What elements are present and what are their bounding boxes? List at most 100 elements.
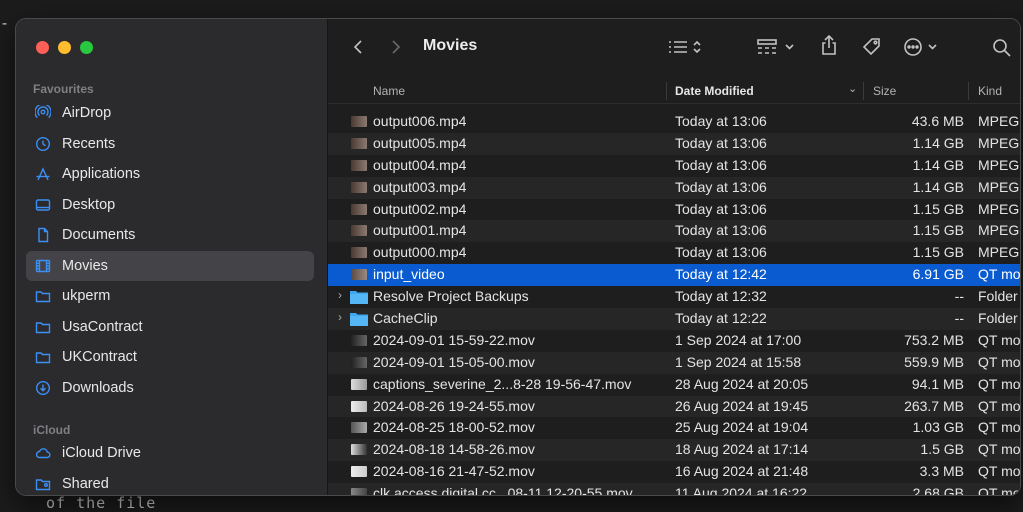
file-row[interactable]: output003.mp4 Today at 13:06 1.14 GB MPE… bbox=[328, 176, 1020, 199]
file-row[interactable]: output005.mp4 Today at 13:06 1.14 GB MPE… bbox=[328, 132, 1020, 155]
file-name: output000.mp4 bbox=[373, 244, 467, 261]
file-name: 2024-08-25 18-00-52.mov bbox=[373, 419, 535, 436]
file-date: 18 Aug 2024 at 17:14 bbox=[675, 441, 809, 458]
sidebar-item-label: AirDrop bbox=[62, 105, 112, 121]
disclosure-chevron-icon[interactable]: › bbox=[338, 310, 342, 324]
file-name: output001.mp4 bbox=[373, 222, 467, 239]
file-kind: QT mo bbox=[978, 441, 1020, 458]
file-date: 26 Aug 2024 at 19:45 bbox=[675, 397, 809, 414]
sidebar-item-desktop[interactable]: Desktop bbox=[26, 190, 314, 220]
file-name: output005.mp4 bbox=[373, 134, 467, 151]
file-row[interactable]: clk access digital cc...08-11 12-20-55.m… bbox=[328, 483, 1020, 496]
sidebar-item-ukcontract[interactable]: UKContract bbox=[26, 342, 314, 372]
column-divider[interactable] bbox=[666, 82, 667, 100]
file-kind: QT mo bbox=[978, 375, 1020, 392]
sidebar-item-shared[interactable]: Shared bbox=[26, 469, 314, 495]
file-row-selected[interactable]: input_video Today at 12:42 6.91 GB QT mo bbox=[328, 264, 1020, 287]
file-kind: QT mo bbox=[978, 331, 1020, 348]
column-size[interactable]: Size bbox=[873, 84, 896, 98]
sidebar-item-recents[interactable]: Recents bbox=[26, 129, 314, 159]
group-button[interactable] bbox=[756, 37, 800, 57]
file-kind: QT mo bbox=[978, 485, 1020, 496]
sidebar-item-label: Shared bbox=[62, 476, 109, 492]
file-kind: QT mo bbox=[978, 419, 1020, 436]
file-size: 1.15 GB bbox=[912, 200, 964, 217]
folder-row[interactable]: › Resolve Project Backups Today at 12:32… bbox=[328, 286, 1020, 308]
file-name: captions_severine_2...8-28 19-56-47.mov bbox=[373, 375, 632, 392]
back-button[interactable] bbox=[348, 37, 368, 57]
sidebar-item-icloud-drive[interactable]: iCloud Drive bbox=[26, 438, 314, 468]
file-date: Today at 13:06 bbox=[675, 244, 767, 261]
file-size: -- bbox=[954, 288, 964, 305]
file-kind: MPEG bbox=[978, 113, 1020, 129]
tags-button[interactable] bbox=[860, 36, 884, 58]
file-date: Today at 13:06 bbox=[675, 113, 767, 129]
video-thumbnail-icon bbox=[351, 378, 367, 390]
video-thumbnail-icon bbox=[351, 247, 367, 259]
sidebar-item-usacontract[interactable]: UsaContract bbox=[26, 312, 314, 342]
sort-chevron-icon: ⌄ bbox=[848, 83, 858, 95]
file-row[interactable]: 2024-08-16 21-47-52.mov 16 Aug 2024 at 2… bbox=[328, 461, 1020, 483]
view-options-button[interactable] bbox=[666, 37, 708, 57]
sidebar-section-favourites: Favourites bbox=[33, 82, 94, 96]
file-row[interactable]: 2024-09-01 15-59-22.mov 1 Sep 2024 at 17… bbox=[328, 330, 1020, 352]
file-name: clk access digital cc...08-11 12-20-55.m… bbox=[373, 485, 633, 496]
folder-row[interactable]: › CacheClip Today at 12:22 -- Folder bbox=[328, 308, 1020, 330]
file-size: 43.6 MB bbox=[911, 113, 964, 129]
column-date-modified[interactable]: Date Modified bbox=[675, 84, 754, 98]
file-name: 2024-09-01 15-05-00.mov bbox=[373, 353, 535, 370]
more-actions-button[interactable] bbox=[902, 36, 946, 58]
file-browser: Movies Name Date Modified ⌄ Size Kind ou… bbox=[328, 19, 1020, 495]
file-size: 1.15 GB bbox=[912, 244, 964, 261]
file-row[interactable]: output001.mp4 Today at 13:06 1.15 GB MPE… bbox=[328, 220, 1020, 243]
sidebar-item-applications[interactable]: Applications bbox=[26, 159, 314, 189]
sidebar-item-airdrop[interactable]: AirDrop bbox=[26, 98, 314, 128]
sidebar-item-label: Movies bbox=[62, 258, 108, 274]
column-divider[interactable] bbox=[863, 82, 864, 100]
column-kind[interactable]: Kind bbox=[978, 84, 1002, 98]
file-size: 1.14 GB bbox=[912, 134, 964, 151]
sidebar-item-downloads[interactable]: Downloads bbox=[26, 373, 314, 403]
sidebar-item-label: iCloud Drive bbox=[62, 445, 141, 461]
minimize-button[interactable] bbox=[58, 41, 71, 54]
file-name: input_video bbox=[373, 266, 445, 283]
column-divider[interactable] bbox=[968, 82, 969, 100]
disclosure-chevron-icon[interactable]: › bbox=[338, 288, 342, 302]
file-kind: QT mo bbox=[978, 266, 1020, 283]
file-row[interactable]: captions_severine_2...8-28 19-56-47.mov … bbox=[328, 374, 1020, 396]
sidebar-item-documents[interactable]: Documents bbox=[26, 220, 314, 250]
file-row[interactable]: output000.mp4 Today at 13:06 1.15 GB MPE… bbox=[328, 242, 1020, 264]
close-button[interactable] bbox=[36, 41, 49, 54]
cloud-icon bbox=[30, 445, 56, 461]
video-thumbnail-icon bbox=[351, 116, 367, 127]
sidebar-item-ukperm[interactable]: ukperm bbox=[26, 281, 314, 311]
column-header: Name Date Modified ⌄ Size Kind bbox=[328, 79, 1020, 104]
file-row[interactable]: 2024-08-18 14-58-26.mov 18 Aug 2024 at 1… bbox=[328, 439, 1020, 462]
file-row[interactable]: output006.mp4 Today at 13:06 43.6 MB MPE… bbox=[328, 111, 1020, 133]
file-row[interactable]: 2024-08-26 19-24-55.mov 26 Aug 2024 at 1… bbox=[328, 395, 1020, 418]
file-name: 2024-08-18 14-58-26.mov bbox=[373, 441, 535, 458]
share-button[interactable] bbox=[818, 33, 840, 57]
zoom-button[interactable] bbox=[80, 41, 93, 54]
video-thumbnail-icon bbox=[351, 334, 367, 346]
tag-icon bbox=[862, 38, 880, 56]
file-row[interactable]: 2024-08-25 18-00-52.mov 25 Aug 2024 at 1… bbox=[328, 417, 1020, 439]
chevron-right-icon bbox=[392, 40, 401, 54]
file-date: 25 Aug 2024 at 19:04 bbox=[675, 419, 809, 436]
video-thumbnail-icon bbox=[351, 181, 367, 193]
forward-button[interactable] bbox=[386, 37, 406, 57]
file-date: 1 Sep 2024 at 15:58 bbox=[675, 353, 802, 370]
file-row[interactable]: output004.mp4 Today at 13:06 1.14 GB MPE… bbox=[328, 155, 1020, 177]
video-thumbnail-icon bbox=[351, 203, 367, 215]
file-name: Resolve Project Backups bbox=[373, 288, 529, 305]
file-row[interactable]: output002.mp4 Today at 13:06 1.15 GB MPE… bbox=[328, 199, 1020, 221]
sidebar-item-movies[interactable]: Movies bbox=[26, 251, 314, 281]
video-thumbnail-icon bbox=[351, 269, 367, 281]
file-kind: Folder bbox=[978, 310, 1018, 327]
file-row[interactable]: 2024-09-01 15-05-00.mov 1 Sep 2024 at 15… bbox=[328, 351, 1020, 374]
file-kind: MPEG bbox=[978, 222, 1020, 239]
grid-group-icon bbox=[757, 39, 794, 54]
file-kind: MPEG bbox=[978, 134, 1020, 151]
column-name[interactable]: Name bbox=[373, 84, 405, 98]
search-button[interactable] bbox=[990, 37, 1014, 59]
